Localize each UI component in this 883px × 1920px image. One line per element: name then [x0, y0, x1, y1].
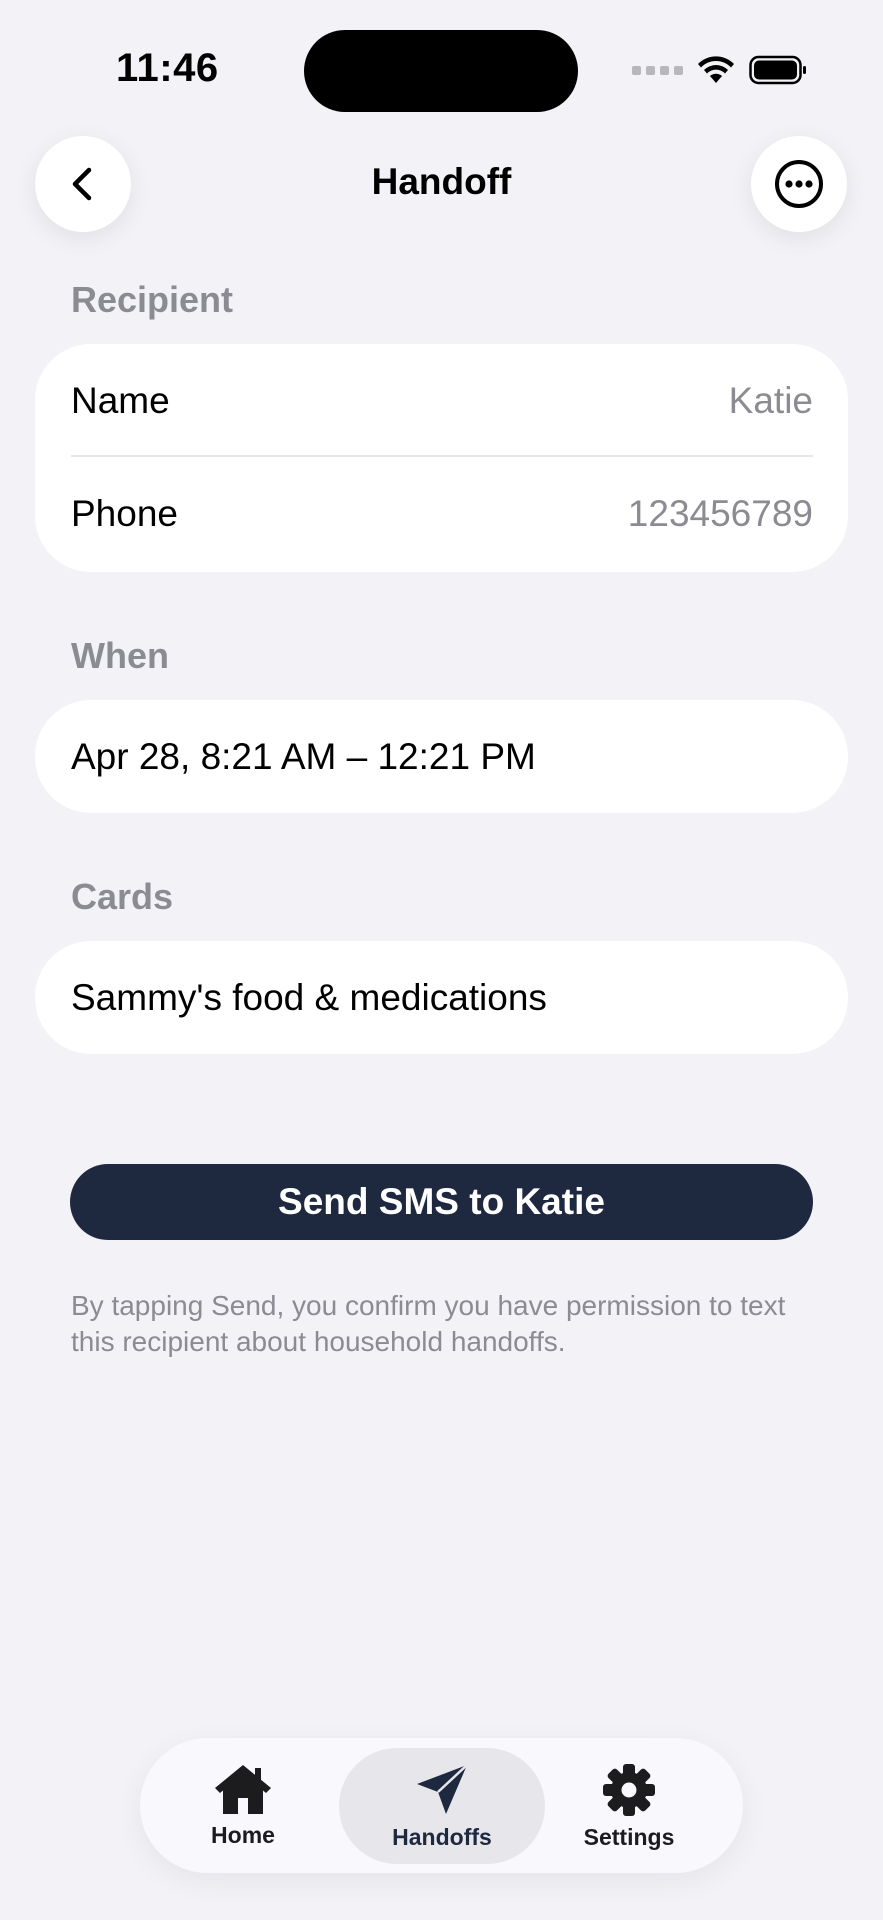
when-card[interactable]: Apr 28, 8:21 AM – 12:21 PM: [35, 700, 848, 813]
battery-icon: [749, 55, 806, 85]
tab-bar: Home Handoffs Settings: [140, 1738, 743, 1873]
tab-settings[interactable]: Settings: [526, 1748, 732, 1864]
cellular-signal-icon: [632, 65, 683, 75]
when-value: Apr 28, 8:21 AM – 12:21 PM: [71, 735, 536, 777]
when-section-label: When: [71, 635, 169, 676]
status-time: 11:46: [116, 46, 219, 90]
cards-section-label: Cards: [71, 876, 174, 917]
phone-label: Phone: [71, 492, 178, 534]
tab-home-label: Home: [211, 1822, 275, 1848]
ellipsis-circle-icon: [775, 160, 823, 208]
tab-settings-label: Settings: [583, 1824, 675, 1850]
tab-handoffs-label: Handoffs: [392, 1824, 492, 1850]
cards-card[interactable]: Sammy's food & medications: [35, 941, 848, 1054]
send-sms-button[interactable]: Send SMS to Katie: [70, 1164, 813, 1240]
permission-disclaimer: By tapping Send, you confirm you have pe…: [71, 1290, 786, 1357]
name-row[interactable]: Name Katie: [35, 344, 848, 457]
house-icon: [215, 1765, 271, 1814]
recipient-section-label: Recipient: [71, 279, 234, 320]
wifi-icon: [698, 56, 734, 83]
phone-value: 123456789: [627, 492, 813, 534]
paper-plane-icon: [417, 1764, 468, 1814]
phone-row[interactable]: Phone 123456789: [35, 457, 848, 570]
dynamic-island: [304, 30, 578, 112]
gear-icon: [603, 1764, 655, 1816]
tab-home[interactable]: Home: [140, 1748, 346, 1864]
handoff-screen: 11:46 Handoff Recipient Name Katie Phone…: [0, 0, 883, 1920]
name-value: Katie: [728, 379, 813, 421]
name-label: Name: [71, 379, 170, 421]
tab-handoffs[interactable]: Handoffs: [339, 1748, 545, 1864]
status-icons: [632, 50, 807, 90]
recipient-card: Name Katie Phone 123456789: [35, 344, 848, 572]
more-options-button[interactable]: [751, 136, 847, 232]
card-item: Sammy's food & medications: [71, 976, 547, 1018]
